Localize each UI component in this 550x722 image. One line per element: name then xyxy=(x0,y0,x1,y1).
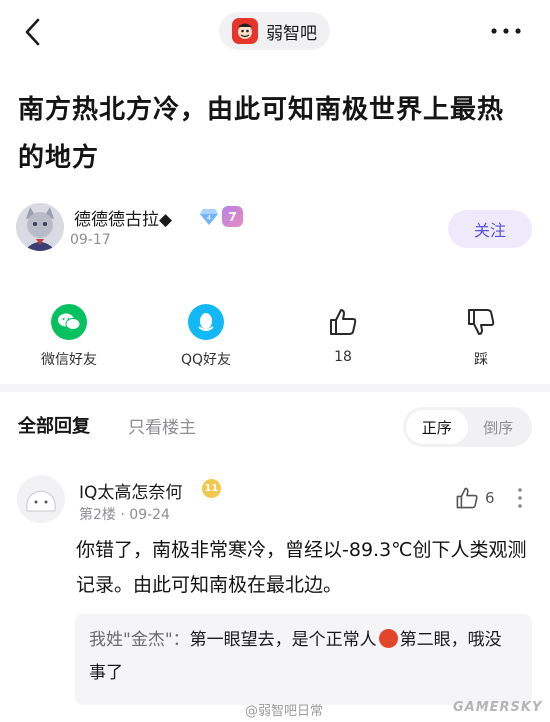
sort-ascending-button[interactable]: 正序 xyxy=(406,410,468,444)
level-badge: 7 xyxy=(222,206,243,227)
sort-toggle: 正序 倒序 xyxy=(403,407,532,447)
forum-name: 弱智吧 xyxy=(266,23,317,44)
sub-reply-author[interactable]: 我姓"金杰"： xyxy=(89,630,190,650)
comment-like-count: 6 xyxy=(485,489,495,507)
like-count: 18 xyxy=(334,349,352,365)
more-options-button[interactable] xyxy=(486,18,526,44)
comment-date: 09-24 xyxy=(129,507,170,523)
vip-badge-icon: 11 xyxy=(202,479,221,498)
qq-icon xyxy=(188,304,224,340)
chevron-left-icon xyxy=(25,18,40,46)
share-wechat[interactable]: 微信好友 xyxy=(14,304,124,369)
forum-logo-icon xyxy=(232,18,258,44)
thumbs-up-icon xyxy=(325,304,361,340)
share-qq[interactable]: QQ好友 xyxy=(151,304,261,369)
angry-face-emoji-icon xyxy=(378,629,398,648)
forum-chip[interactable]: 弱智吧 xyxy=(219,12,330,50)
commenter-name[interactable]: IQ太高怎奈何 xyxy=(79,478,182,503)
comment-like-button[interactable]: 6 xyxy=(455,486,495,510)
watermark-center: @弱智吧日常 xyxy=(245,704,324,719)
section-divider xyxy=(0,384,550,392)
vertical-dots-icon xyxy=(518,488,522,508)
comment-more-button[interactable] xyxy=(515,486,525,510)
post-date: 09-17 xyxy=(70,232,111,248)
sub-reply[interactable]: 我姓"金杰"：第一眼望去，是个正常人 第二眼，哦没事了 xyxy=(75,614,532,705)
wechat-icon xyxy=(51,304,87,340)
back-button[interactable] xyxy=(18,14,50,50)
sub-reply-text-1: 第一眼望去，是个正常人 xyxy=(189,630,377,650)
more-dots-icon xyxy=(491,28,521,34)
comment-meta: 第2楼 · 09-24 xyxy=(79,504,170,524)
author-name[interactable]: 德德德古拉◆ xyxy=(74,205,172,230)
comment-floor: 第2楼 xyxy=(79,507,116,523)
meta-separator: · xyxy=(120,507,130,523)
svg-text:4: 4 xyxy=(207,214,212,222)
tab-all-replies[interactable]: 全部回复 xyxy=(18,412,90,438)
dislike-button[interactable]: 踩 xyxy=(426,304,536,369)
comment-text: 你错了，南极非常寒冷，曾经以-89.3℃创下人类观测记录。由此可知南极在最北边。 xyxy=(76,539,527,596)
like-button[interactable]: 18 xyxy=(288,304,398,365)
commenter-avatar[interactable] xyxy=(17,475,65,523)
follow-button[interactable]: 关注 xyxy=(448,210,532,248)
share-qq-label: QQ好友 xyxy=(180,352,232,368)
diamond-badge-icon: 4 xyxy=(199,208,219,230)
share-wechat-label: 微信好友 xyxy=(41,352,97,368)
thumbs-up-icon xyxy=(456,487,478,509)
sort-descending-button[interactable]: 倒序 xyxy=(468,410,530,444)
thumbs-down-icon xyxy=(463,304,499,340)
post-title: 南方热北方冷，由此可知南极世界上最热的地方 xyxy=(18,95,505,173)
author-avatar[interactable] xyxy=(16,203,64,251)
dislike-label: 踩 xyxy=(474,352,488,368)
watermark-right: GAMERSKY xyxy=(453,700,543,715)
tab-op-only[interactable]: 只看楼主 xyxy=(128,413,196,438)
